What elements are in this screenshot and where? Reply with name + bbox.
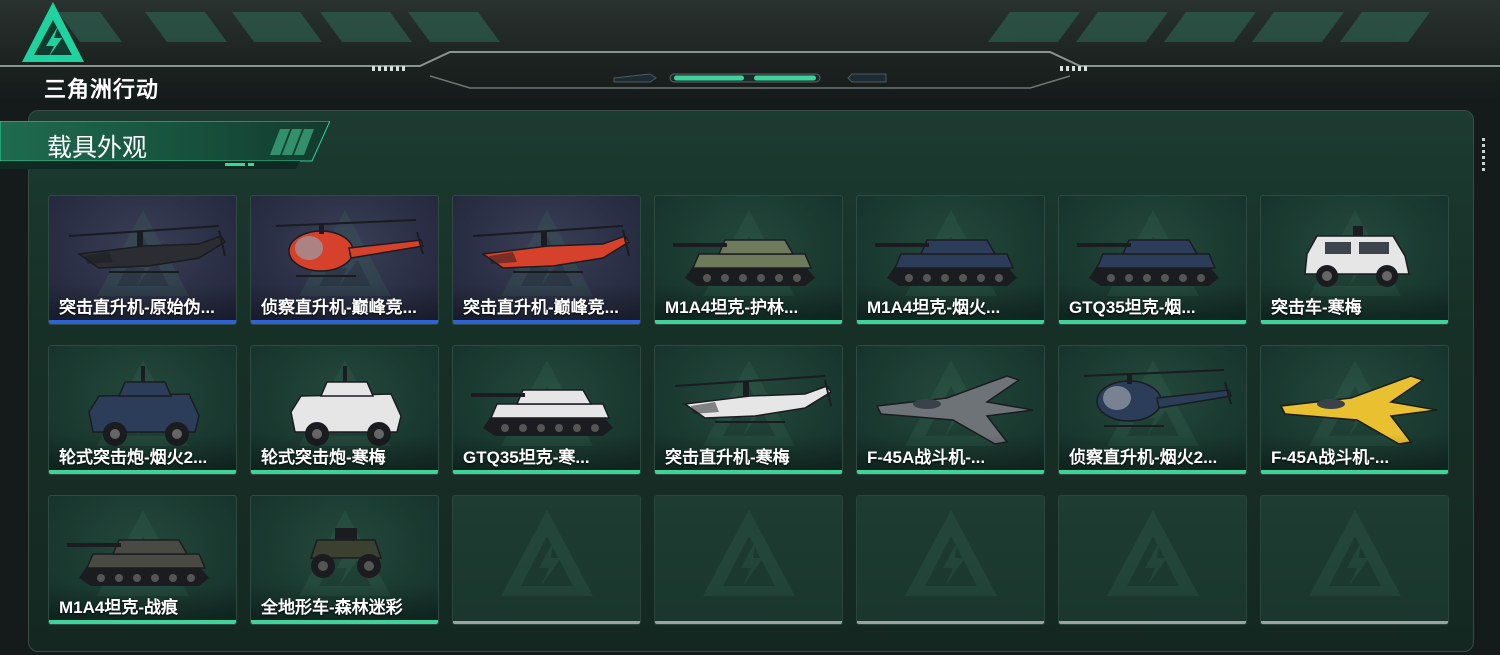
watermark-logo-icon [1107,510,1199,596]
rarity-bar [49,620,236,624]
vehicle-skin-name: 轮式突击炮-烟火2... [59,448,208,467]
vehicle-skin-card[interactable]: M1A4坦克-护林... [654,195,843,325]
empty-slot[interactable] [856,495,1045,625]
rarity-bar [1261,470,1448,474]
game-logo-text: 三角洲行动 [44,77,160,102]
vehicle-skin-name: 全地形车-森林迷彩 [261,598,403,617]
rarity-bar [49,470,236,474]
watermark-logo-icon [905,510,997,596]
rarity-bar [453,621,640,624]
rarity-bar [453,470,640,474]
vehicle-skin-card[interactable]: 突击直升机-原始伪... [48,195,237,325]
vehicle-skin-name: F-45A战斗机-... [1271,448,1390,467]
vehicle-skin-name: 突击直升机-巅峰竞... [463,298,619,317]
vehicle-skin-name: GTQ35坦克-寒... [463,448,590,467]
rarity-bar [251,470,438,474]
vehicle-skin-name: 轮式突击炮-寒梅 [261,448,386,467]
vehicle-skin-name: F-45A战斗机-... [867,448,986,467]
vehicle-skin-name: 突击车-寒梅 [1271,298,1362,317]
watermark-logo-icon [703,510,795,596]
vehicle-skin-card[interactable]: 突击直升机-巅峰竞... [452,195,641,325]
rarity-bar [655,320,842,324]
empty-slot[interactable] [1260,495,1449,625]
vehicle-skin-card[interactable]: 突击直升机-寒梅 [654,345,843,475]
vehicle-skin-name: 侦察直升机-烟火2... [1069,448,1218,467]
vehicle-skin-name: 突击直升机-寒梅 [665,448,790,467]
rarity-bar [857,470,1044,474]
vehicle-skin-name: M1A4坦克-烟火... [867,298,1001,317]
empty-slot[interactable] [1058,495,1247,625]
rarity-bar [1059,320,1246,324]
empty-slot[interactable] [452,495,641,625]
vehicle-skin-card[interactable]: 轮式突击炮-寒梅 [250,345,439,475]
vehicle-skin-card[interactable]: 突击车-寒梅 [1260,195,1449,325]
vehicle-skin-name: M1A4坦克-护林... [665,298,799,317]
rarity-bar [1261,320,1448,324]
rarity-bar [251,620,438,624]
rarity-bar [49,320,236,324]
vehicle-skin-name: GTQ35坦克-烟... [1069,298,1196,317]
vehicle-skin-name: 侦察直升机-巅峰竞... [261,298,417,317]
vehicle-skin-card[interactable]: GTQ35坦克-烟... [1058,195,1247,325]
vehicle-skin-name: 突击直升机-原始伪... [59,298,215,317]
rarity-bar [453,320,640,324]
watermark-logo-icon [501,510,593,596]
vehicle-skin-card[interactable]: 全地形车-森林迷彩 [250,495,439,625]
vehicle-skin-card[interactable]: GTQ35坦克-寒... [452,345,641,475]
vehicle-skin-card[interactable]: F-45A战斗机-... [1260,345,1449,475]
panel-title: 载具外观 [47,134,148,162]
rarity-bar [857,621,1044,624]
vehicle-skin-card[interactable]: M1A4坦克-烟火... [856,195,1045,325]
rarity-bar [857,320,1044,324]
watermark-logo-icon [1309,510,1401,596]
header-decoration [0,12,1500,89]
rarity-bar [1059,470,1246,474]
rarity-bar [655,621,842,624]
side-scroll-indicator[interactable] [1482,138,1486,180]
rarity-bar [655,470,842,474]
vehicle-skin-card[interactable]: F-45A战斗机-... [856,345,1045,475]
empty-slot[interactable] [654,495,843,625]
rarity-bar [1261,621,1448,624]
vehicle-skin-card[interactable]: 侦察直升机-烟火2... [1058,345,1247,475]
vehicle-skin-card[interactable]: 轮式突击炮-烟火2... [48,345,237,475]
vehicle-skin-card[interactable]: M1A4坦克-战痕 [48,495,237,625]
vehicle-skin-name: M1A4坦克-战痕 [59,598,179,617]
top-header: 三角洲行动 [0,0,1500,102]
rarity-bar [1059,621,1246,624]
vehicle-skin-card[interactable]: 侦察直升机-巅峰竞... [250,195,439,325]
rarity-bar [251,320,438,324]
